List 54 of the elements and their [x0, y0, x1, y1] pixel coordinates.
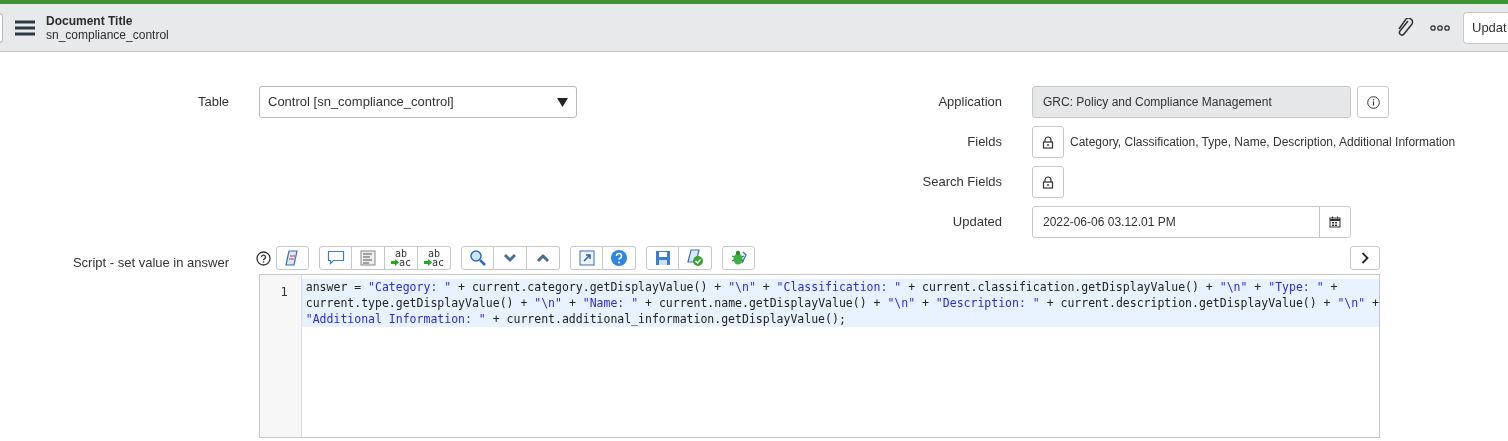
- text-lines-icon: [360, 250, 376, 266]
- search-icon: [468, 249, 487, 267]
- field-label: Application: [937, 93, 1003, 112]
- script-check-icon: [686, 249, 704, 267]
- toolbar-button[interactable]: [494, 246, 527, 270]
- toolbar-button[interactable]: ab ac: [418, 246, 451, 270]
- dropdown-arrow-icon: [557, 97, 568, 107]
- paperclip-icon[interactable]: [1396, 17, 1414, 38]
- toolbar-button[interactable]: ab ac: [385, 246, 418, 270]
- toolbar-button[interactable]: [679, 246, 712, 270]
- table-name: sn_compliance_control: [46, 27, 169, 42]
- lock-icon: [1042, 135, 1054, 149]
- date-field[interactable]: 2022-06-06 03.12.01 PM: [1032, 206, 1351, 238]
- lock-icon: [1042, 175, 1054, 189]
- code-editor[interactable]: [259, 274, 1380, 438]
- toolbar-button[interactable]: [527, 246, 560, 270]
- field-label: Fields: [966, 133, 1003, 152]
- code-line: "Additional Information: " + current.additional_information.getDisplayValue();: [305, 311, 847, 327]
- chevron-up-icon: [536, 253, 550, 263]
- next-button[interactable]: [1350, 246, 1380, 270]
- code-line: answer = "Category: " + current.category.getDisplayValue() + "\n" + "Classification: " + current.classification.getDisplayValue() + "\n" + "Type: " +: [305, 279, 1339, 295]
- toolbar-button[interactable]: [603, 246, 636, 270]
- chevron-right-icon: [1361, 252, 1369, 264]
- info-button[interactable]: [1357, 86, 1389, 118]
- toolbar-button[interactable]: [570, 246, 603, 270]
- calendar-icon: [1329, 216, 1341, 228]
- update-button[interactable]: Updat: [1463, 11, 1508, 44]
- field-label: Updated: [951, 213, 1003, 232]
- toolbar-button[interactable]: [276, 246, 309, 270]
- lock-button[interactable]: [1032, 166, 1064, 198]
- toolbar-button[interactable]: [722, 246, 755, 270]
- lock-button[interactable]: [1032, 126, 1064, 158]
- bug-icon: [729, 249, 748, 267]
- application-field: GRC: Policy and Compliance Management: [1032, 86, 1351, 118]
- fields-value: Category, Classification, Type, Name, Description, Additional Information: [1070, 134, 1456, 151]
- info-icon: [1366, 95, 1380, 109]
- help-icon[interactable]: [256, 250, 271, 266]
- table-select[interactable]: Control [sn_compliance_control]: [259, 86, 577, 118]
- toolbar-button[interactable]: [319, 246, 352, 270]
- line-number: 1: [280, 285, 288, 299]
- field-label: Search Fields: [921, 173, 1003, 192]
- toolbar-button[interactable]: [461, 246, 494, 270]
- speech-bubble-icon: [326, 250, 345, 266]
- document-title: Document Title: [46, 13, 134, 28]
- toolbar-button[interactable]: [646, 246, 679, 270]
- field-label: Script - set value in answer: [71, 254, 229, 272]
- code-line: current.type.getDisplayValue() + "\n" + "Name: " + current.name.getDisplayValue() + "\n" + "Description: " + current.description.getDisplayValue() + "\n" +: [305, 295, 1379, 311]
- toolbar-button[interactable]: [352, 246, 385, 270]
- more-icon[interactable]: [1430, 24, 1450, 31]
- field-label: Table: [196, 93, 229, 112]
- help-icon: [610, 249, 628, 267]
- chevron-down-icon: [503, 253, 517, 263]
- expand-icon: [578, 250, 595, 266]
- menu-icon[interactable]: [15, 19, 35, 36]
